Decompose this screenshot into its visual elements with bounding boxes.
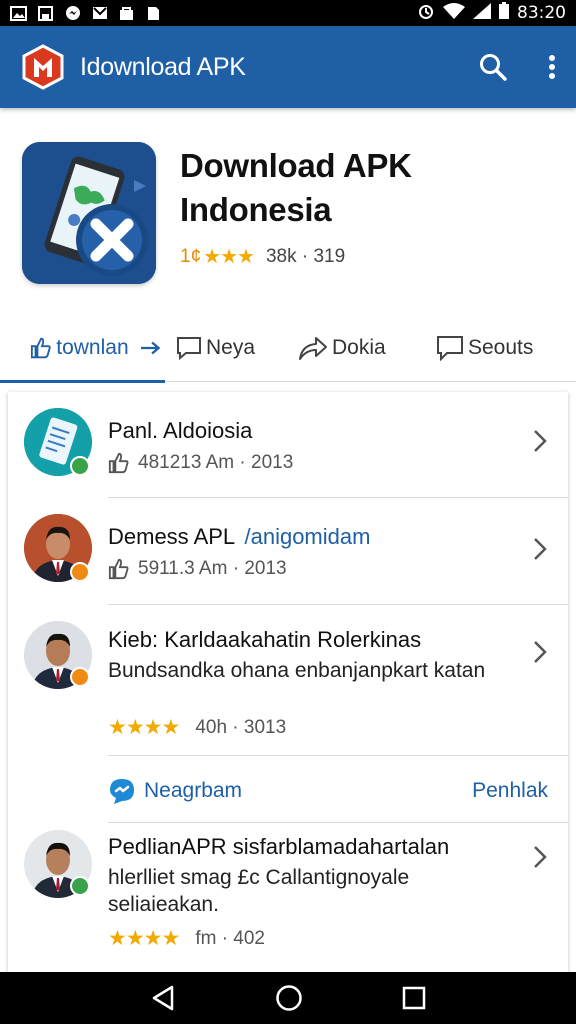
home-icon[interactable] <box>275 984 303 1012</box>
item-meta: 5911.3 Am · 2013 <box>108 558 287 580</box>
tab-townlan[interactable]: townlan <box>0 314 165 383</box>
chevron-right-icon <box>534 430 547 452</box>
item-meta-text: 481213 Am · 2013 <box>138 452 294 473</box>
item-title: Kieb: Karldaakahatin Rolerkinas <box>108 627 422 652</box>
tab-label: townlan <box>56 335 129 359</box>
item-title-text: Demess APL <box>108 524 235 549</box>
item-meta-text: fm · 402 <box>195 927 266 949</box>
search-icon[interactable] <box>478 52 508 82</box>
rating-row: 1¢ ★★★ 38k · 319 <box>180 244 412 269</box>
app-logo-icon[interactable] <box>20 44 66 90</box>
item-stars: ★★★★ <box>108 927 180 950</box>
item-title: Demess APL /anigomidam <box>108 524 370 550</box>
online-badge <box>70 876 90 896</box>
content-list: Panl. Aldoiosia 481213 Am · 2013 Demess … <box>8 392 568 972</box>
item-meta-text: 5911.3 Am · 2013 <box>138 558 287 579</box>
status-badge <box>70 667 90 687</box>
status-bar: 83:20 <box>0 0 576 26</box>
bag-icon <box>118 6 135 21</box>
status-time: 83:20 <box>517 3 566 23</box>
list-item[interactable]: Kieb: Karldaakahatin Rolerkinas Bundsand… <box>8 605 568 756</box>
chat-icon <box>437 335 463 361</box>
tab-label: Dokia <box>332 335 386 359</box>
alarm-icon <box>417 2 435 25</box>
portrait-icon <box>37 5 54 21</box>
image-icon <box>10 5 27 21</box>
chevron-right-icon <box>534 538 547 560</box>
app-header: Download APK Indonesia 1¢ ★★★ 38k · 319 <box>22 142 562 287</box>
item-meta: ★★★★ 40h · 3013 <box>108 715 286 740</box>
tab-seouts[interactable]: Seouts <box>436 314 533 382</box>
app-icon <box>22 142 156 284</box>
section-row: Neagrbam Penhlak <box>8 760 568 822</box>
app-bar: Idownload APK <box>0 26 576 108</box>
app-bar-title: Idownload APK <box>80 52 246 81</box>
document-icon <box>145 6 162 21</box>
messenger-icon <box>64 6 81 21</box>
download-count: 38k · 319 <box>265 245 346 267</box>
comment-icon <box>177 336 201 360</box>
back-icon[interactable] <box>150 984 176 1012</box>
item-meta: 481213 Am · 2013 <box>108 452 293 474</box>
divider <box>108 755 568 756</box>
item-title: PedlianAPR sisfarblamadahartalan <box>108 834 450 859</box>
signal-icon <box>473 2 491 24</box>
chevron-right-icon <box>534 641 547 663</box>
system-nav-bar <box>0 972 576 1024</box>
section-label: Neagrbam <box>144 779 243 802</box>
app-name-line1: Download APK <box>180 147 412 184</box>
tab-bar: townlan Neya Dokia Seouts <box>0 314 576 383</box>
wifi-icon <box>443 2 465 24</box>
tab-dokia[interactable]: Dokia <box>298 314 386 382</box>
overflow-menu-icon[interactable] <box>548 54 556 80</box>
section-link[interactable]: Penhlak <box>472 779 548 803</box>
share-icon <box>299 336 327 360</box>
tab-label: Seouts <box>468 335 534 359</box>
item-title: Panl. Aldoiosia <box>108 418 253 443</box>
list-item[interactable]: PedlianAPR sisfarblamadahartalan hlerlli… <box>8 822 568 972</box>
chevron-right-icon <box>534 846 547 868</box>
chat-bubble-icon <box>110 779 134 804</box>
rating-stars: ★★★ <box>203 246 255 268</box>
item-description: hlerlliet smag £c Callantignoyale seliai… <box>108 866 410 916</box>
item-meta-text: 40h · 3013 <box>195 716 287 738</box>
tab-label: Neya <box>206 335 256 359</box>
status-badge <box>70 562 90 582</box>
item-meta: ★★★★ fm · 402 <box>108 926 265 951</box>
battery-icon <box>499 2 509 24</box>
recents-icon[interactable] <box>402 986 426 1010</box>
item-title-link[interactable]: /anigomidam <box>244 524 370 549</box>
like-icon <box>108 452 129 474</box>
like-icon <box>108 558 129 580</box>
online-badge <box>70 456 90 476</box>
tab-neya[interactable]: Neya <box>176 314 255 382</box>
list-item[interactable]: Demess APL /anigomidam 5911.3 Am · 2013 <box>8 498 568 605</box>
item-description: Bundsandka ohana enbanjanpkart katan <box>108 659 486 682</box>
thumbs-up-icon <box>30 337 51 358</box>
app-name-line2: Indonesia <box>180 191 332 228</box>
item-stars: ★★★★ <box>108 716 180 739</box>
list-item[interactable]: Panl. Aldoiosia 481213 Am · 2013 <box>8 392 568 498</box>
rating-prefix: 1¢ <box>180 245 202 267</box>
arrow-right-icon <box>140 341 161 354</box>
gmail-icon <box>91 6 108 21</box>
